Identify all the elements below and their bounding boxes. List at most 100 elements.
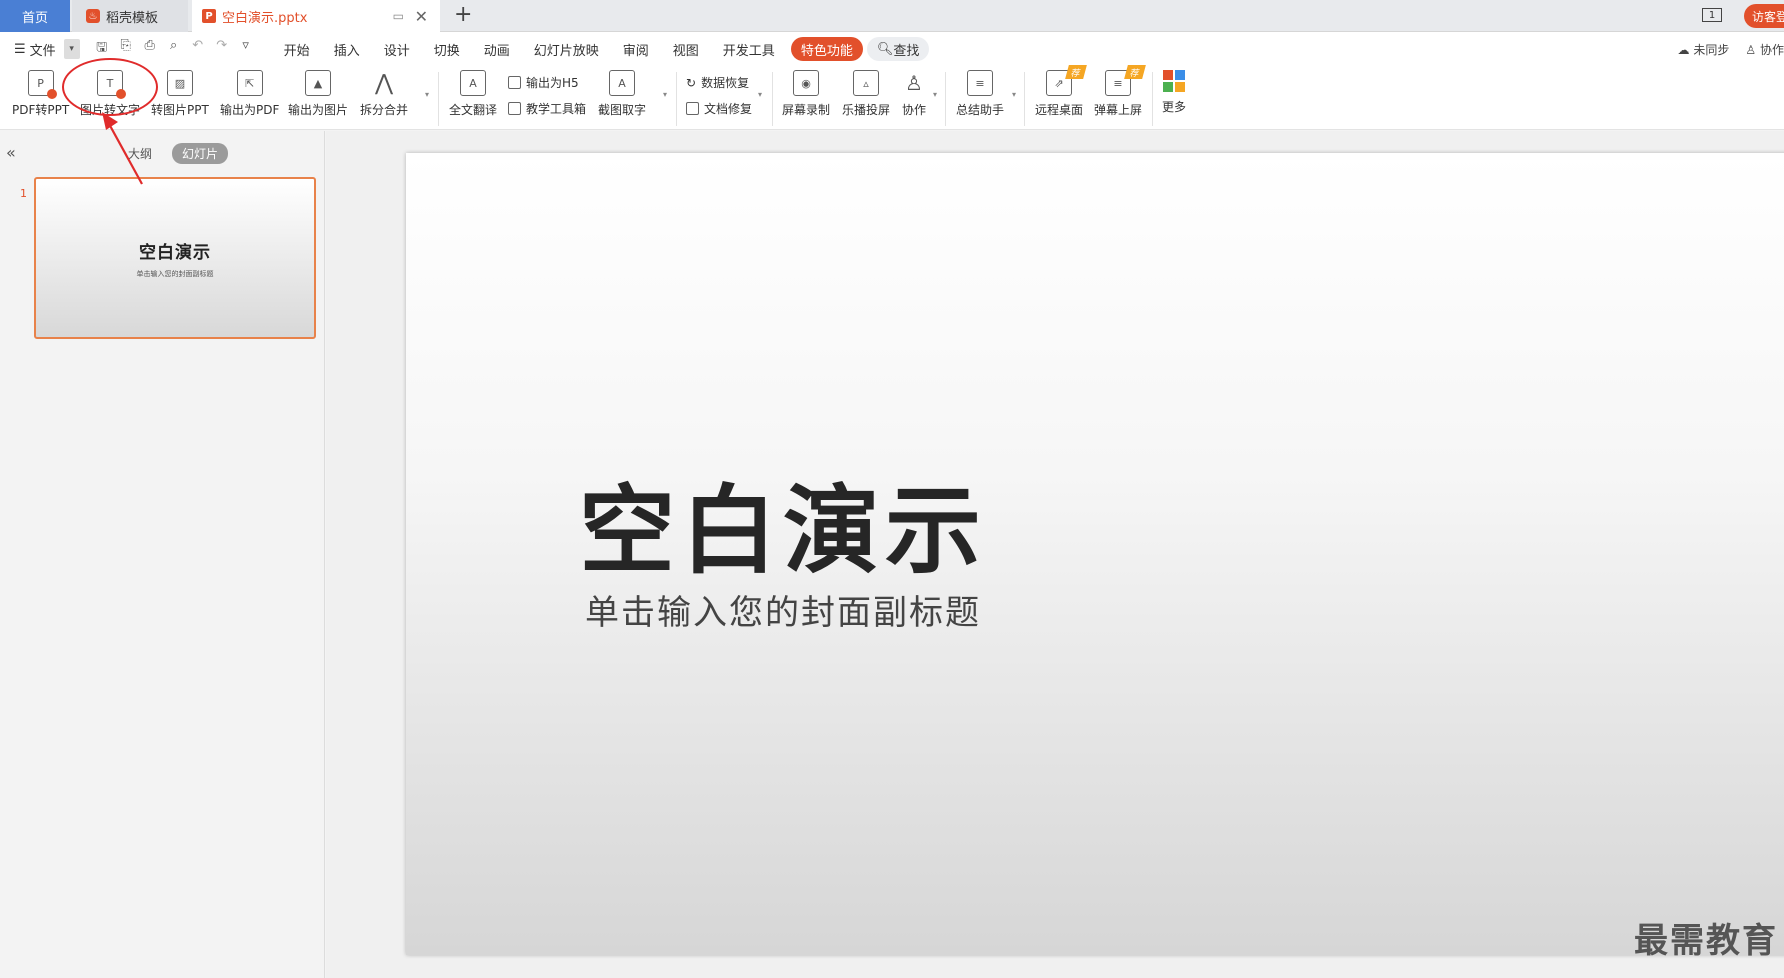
- summary-assistant-button[interactable]: ≡ 总结助手: [956, 70, 1004, 118]
- menu-tab-view[interactable]: 视图: [661, 37, 711, 61]
- summary-assistant-label: 总结助手: [956, 103, 1005, 117]
- barrage-label: 弹幕上屏: [1094, 103, 1143, 117]
- full-translate-button[interactable]: A 全文翻译: [449, 70, 497, 118]
- tab-document[interactable]: P 空白演示.pptx ▭ ✕: [192, 0, 440, 32]
- tab-template[interactable]: ♨ 稻壳模板: [72, 0, 188, 32]
- split-merge-icon: ⋀: [374, 70, 394, 96]
- annotation-circle: [62, 58, 158, 116]
- menu-tab-slideshow[interactable]: 幻灯片放映: [522, 37, 611, 61]
- doc-repair-button[interactable]: 文档修复: [686, 100, 752, 117]
- customize-icon[interactable]: ▿: [238, 38, 254, 60]
- hamburger-icon: ☰: [14, 41, 26, 57]
- annotation-arrow-icon: [102, 112, 143, 185]
- export-image-icon: ▲: [305, 70, 331, 96]
- export-pdf-icon: ⇱: [236, 70, 263, 96]
- pin-window-icon[interactable]: ▭: [393, 9, 404, 23]
- barrage-button[interactable]: ≡ 弹幕上屏: [1094, 70, 1142, 118]
- screenshot-text-icon: A: [609, 70, 635, 96]
- window-count-badge[interactable]: 1: [1702, 8, 1722, 22]
- pdf-to-ppt-button[interactable]: P PDF转PPT: [12, 70, 69, 118]
- more-label: 更多: [1162, 100, 1187, 114]
- sync-status-button[interactable]: ☁ 未同步: [1678, 41, 1730, 58]
- add-user-icon: ♙: [905, 71, 923, 95]
- screenshot-text-label: 截图取字: [598, 103, 647, 117]
- save-icon[interactable]: 🖫: [94, 38, 110, 60]
- more-button[interactable]: 更多: [1162, 70, 1186, 115]
- remote-desktop-label: 远程桌面: [1035, 103, 1084, 117]
- translate-icon: A: [460, 70, 486, 96]
- tab-slides[interactable]: 幻灯片: [172, 143, 229, 164]
- cast-screen-button[interactable]: ▵ 乐播投屏: [842, 70, 890, 118]
- slide-subtitle[interactable]: 单击输入您的封面副标题: [406, 585, 1116, 634]
- visitor-login-button[interactable]: 访客登录: [1744, 4, 1784, 28]
- menu-tab-special-features[interactable]: 特色功能: [790, 37, 863, 61]
- sync-status-label: 未同步: [1693, 42, 1730, 57]
- print-icon[interactable]: ⎙: [142, 38, 158, 60]
- close-tab-icon[interactable]: ✕: [415, 7, 428, 26]
- ribbon-group-expand-icon[interactable]: ▾: [425, 90, 429, 99]
- menu-row: ☰ 文件 ▾ 🖫 ⎘ ⎙ ⌕ ↶ ↷ ▿ 开始 插入 设计 切换 动画 幻灯片放…: [0, 32, 1784, 66]
- collab-button[interactable]: ♙ 协作: [1745, 41, 1784, 58]
- data-recovery-label: 数据恢复: [701, 76, 750, 90]
- apps-grid-icon: [1163, 70, 1185, 92]
- menu-tab-animation[interactable]: 动画: [472, 37, 522, 61]
- cooperate-button[interactable]: ♙ 协作: [901, 70, 927, 118]
- menu-tab-start[interactable]: 开始: [272, 37, 322, 61]
- ribbon-separator: [1152, 72, 1153, 126]
- ribbon-separator: [676, 72, 677, 126]
- image-ppt-icon: ▨: [166, 70, 193, 96]
- ribbon-group-expand-icon[interactable]: ▾: [663, 90, 667, 99]
- data-recovery-button[interactable]: ↻ 数据恢复: [686, 74, 749, 91]
- ribbon-group-expand-icon[interactable]: ▾: [933, 90, 937, 99]
- slide-thumbnail[interactable]: 空白演示 单击输入您的封面副标题: [34, 177, 316, 339]
- slide-navigation-panel: « 大纲 幻灯片 1 空白演示 单击输入您的封面副标题: [0, 131, 325, 978]
- pdf-to-ppt-icon: P: [27, 70, 57, 99]
- output-icon[interactable]: ⎘: [118, 38, 134, 60]
- ribbon-group-expand-icon[interactable]: ▾: [1012, 90, 1016, 99]
- undo-icon[interactable]: ↶: [190, 38, 206, 60]
- tab-home[interactable]: 首页: [0, 0, 70, 32]
- menu-tabs: 开始 插入 设计 切换 动画 幻灯片放映 审阅 视图 开发工具 特色功能 🔍︎ …: [272, 37, 930, 61]
- split-merge-button[interactable]: ⋀ 拆分合并: [360, 70, 408, 118]
- menu-tab-transition[interactable]: 切换: [422, 37, 472, 61]
- print-preview-icon[interactable]: ⌕: [166, 38, 182, 60]
- menu-tab-developer[interactable]: 开发工具: [711, 37, 787, 61]
- screenshot-text-button[interactable]: A 截图取字: [598, 70, 646, 118]
- split-merge-label: 拆分合并: [360, 103, 409, 117]
- collapse-panel-icon[interactable]: «: [6, 143, 16, 162]
- thumbnail-title: 空白演示: [139, 242, 211, 263]
- teaching-toolbox-button[interactable]: 教学工具箱: [508, 100, 586, 117]
- search-button[interactable]: 🔍︎ 查找: [866, 37, 930, 61]
- chevron-down-icon[interactable]: ▾: [63, 39, 80, 59]
- export-pdf-label: 输出为PDF: [220, 103, 280, 117]
- menu-tab-review[interactable]: 审阅: [611, 37, 661, 61]
- menu-tab-insert[interactable]: 插入: [322, 37, 372, 61]
- redo-icon[interactable]: ↷: [214, 38, 230, 60]
- tab-template-label: 稻壳模板: [106, 10, 159, 26]
- ribbon-group-expand-icon[interactable]: ▾: [758, 90, 762, 99]
- slide-title[interactable]: 空白演示: [406, 453, 1116, 592]
- remote-desktop-icon: ⇗: [1046, 70, 1072, 96]
- tab-document-label: 空白演示.pptx: [222, 10, 308, 26]
- menu-tab-design[interactable]: 设计: [372, 37, 422, 61]
- search-label: 查找: [893, 43, 920, 59]
- cast-icon: ▵: [853, 70, 879, 96]
- new-tab-button[interactable]: +: [454, 2, 472, 27]
- remote-desktop-button[interactable]: ⇗ 远程桌面: [1035, 70, 1083, 118]
- slide-canvas[interactable]: 空白演示 单击输入您的封面副标题: [406, 153, 1784, 955]
- watermark: 最需教育: [1634, 921, 1778, 961]
- menu-right-actions: ☁ 未同步 ♙ 协作: [1678, 32, 1784, 66]
- image-ppt-button[interactable]: ▨ 转图片PPT: [151, 70, 209, 118]
- file-menu-button[interactable]: ☰ 文件 ▾: [14, 39, 80, 59]
- export-image-button[interactable]: ▲ 输出为图片: [288, 70, 348, 118]
- cooperate-label: 协作: [901, 103, 926, 117]
- screen-record-button[interactable]: ◉ 屏幕录制: [782, 70, 830, 118]
- export-pdf-button[interactable]: ⇱ 输出为PDF: [220, 70, 279, 118]
- quick-access-toolbar: 🖫 ⎘ ⎙ ⌕ ↶ ↷ ▿: [94, 38, 254, 60]
- export-h5-button[interactable]: 输出为H5: [508, 74, 579, 91]
- cloud-icon: ☁: [1677, 42, 1690, 57]
- export-image-label: 输出为图片: [288, 103, 349, 117]
- repair-icon: [686, 102, 699, 115]
- image-ppt-label: 转图片PPT: [151, 103, 209, 117]
- recovery-icon: ↻: [686, 75, 697, 90]
